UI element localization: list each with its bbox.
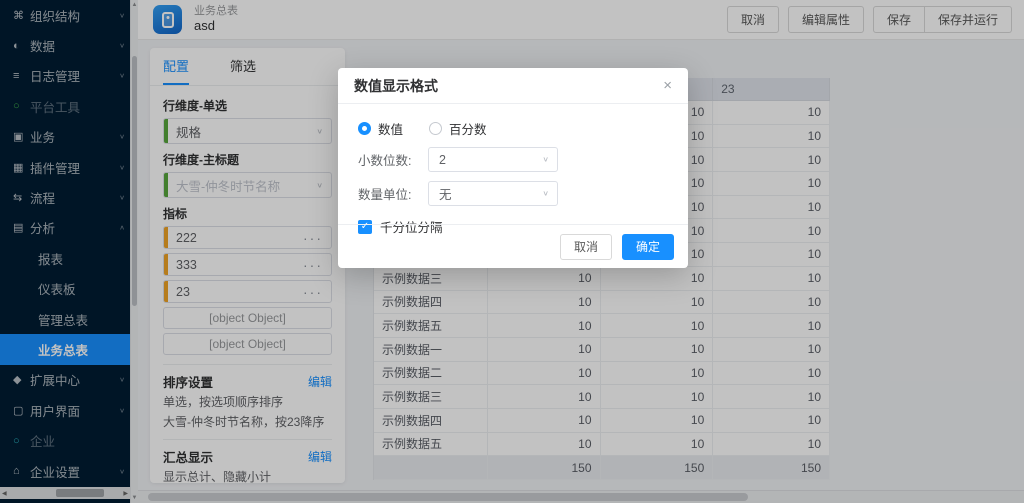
unit-select[interactable]: 无 ∨ [428, 181, 558, 206]
app-window: ⌘ 组织结构 ∨ ◐ 数据 ∨ ≡ 日志管理 ∨ ○ 平台工具 [0, 0, 1024, 503]
modal-title: 数值显示格式 [354, 76, 438, 96]
radio-numeric[interactable]: 数值 [358, 119, 403, 138]
modal-ok-button[interactable]: 确定 [622, 234, 674, 260]
modal-footer: 取消 确定 [338, 224, 688, 268]
modal-header: 数值显示格式 × [338, 68, 688, 104]
select-value: 无 [439, 184, 542, 203]
radio-icon [429, 122, 442, 135]
chevron-down-icon: ∨ [542, 189, 549, 198]
chevron-down-icon: ∨ [542, 155, 549, 164]
decimal-places-select[interactable]: 2 ∨ [428, 147, 558, 172]
modal-cancel-button[interactable]: 取消 [560, 234, 612, 260]
radio-label: 百分数 [449, 119, 487, 138]
close-icon[interactable]: × [663, 78, 672, 93]
radio-label: 数值 [378, 119, 403, 138]
unit-label: 数量单位: [358, 184, 428, 203]
unit-row: 数量单位: 无 ∨ [358, 181, 668, 206]
format-radio-group: 数值 百分数 [358, 119, 668, 138]
radio-icon [358, 122, 371, 135]
number-format-modal: 数值显示格式 × 数值 百分数 小数位数: 2 ∨ [338, 68, 688, 268]
decimal-places-row: 小数位数: 2 ∨ [358, 147, 668, 172]
decimal-places-label: 小数位数: [358, 150, 428, 169]
modal-body: 数值 百分数 小数位数: 2 ∨ 数量单位: 无 ∨ [338, 104, 688, 236]
radio-percent[interactable]: 百分数 [429, 119, 487, 138]
select-value: 2 [439, 153, 542, 167]
